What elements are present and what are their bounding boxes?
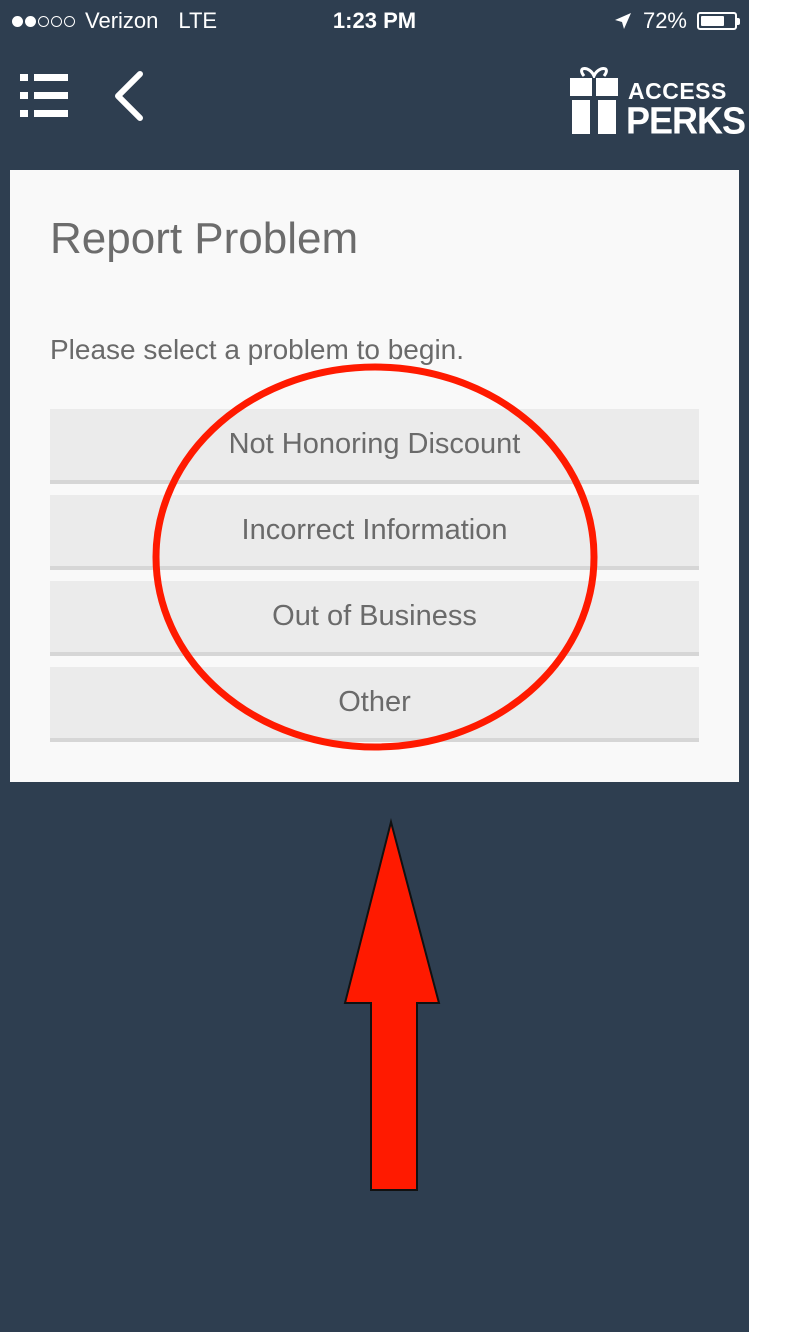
chevron-left-icon (115, 71, 143, 121)
option-incorrect-information[interactable]: Incorrect Information (50, 495, 699, 570)
menu-button[interactable] (18, 70, 70, 122)
status-bar: Verizon LTE 1:23 PM 72% (0, 0, 749, 42)
back-button[interactable] (110, 68, 150, 124)
battery-percent: 72% (642, 8, 687, 33)
instruction-text: Please select a problem to begin. (50, 334, 465, 365)
battery-icon (697, 12, 740, 30)
list-menu-icon (20, 74, 68, 117)
red-arrow-up-annotation (343, 818, 441, 1191)
logo-text-perks: PERKS (626, 98, 746, 142)
access-perks-logo: ACCESS PERKS (566, 64, 746, 142)
app-screen: Verizon LTE 1:23 PM 72% ACCESS PERKS Rep… (0, 0, 749, 1332)
location-arrow-icon (614, 13, 631, 29)
nav-bar: ACCESS PERKS (0, 42, 749, 168)
report-problem-card: Report Problem Please select a problem t… (10, 170, 739, 782)
right-status: 72% (613, 8, 740, 34)
battery-level (701, 16, 725, 26)
page-title: Report Problem (50, 214, 359, 263)
gift-box-icon (570, 67, 618, 136)
option-not-honoring-discount[interactable]: Not Honoring Discount (50, 409, 699, 484)
option-out-of-business[interactable]: Out of Business (50, 581, 699, 656)
option-other[interactable]: Other (50, 667, 699, 742)
